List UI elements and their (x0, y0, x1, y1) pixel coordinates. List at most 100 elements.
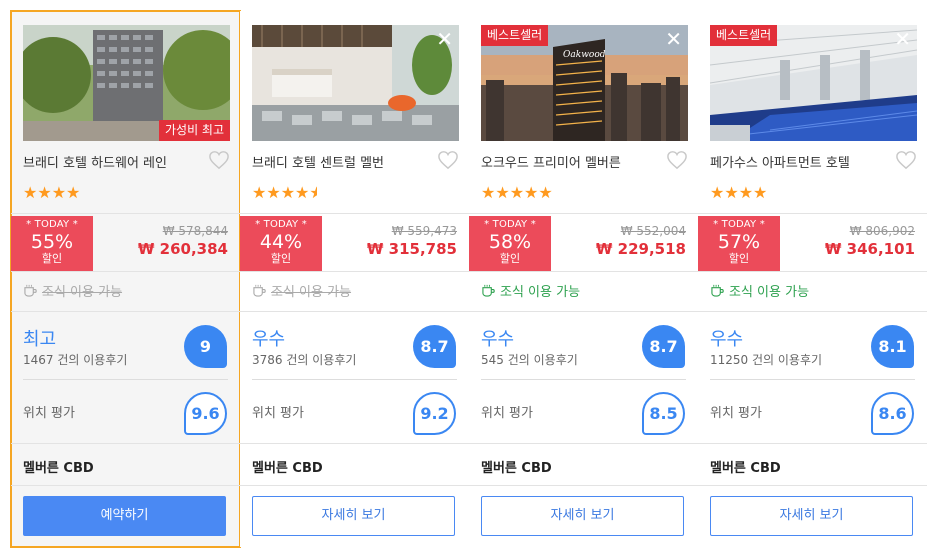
hotel-card[interactable]: ✕ 브래디 호텔 센트럴 멜번 ★★★★★ * TODAY * 44% 할인 ₩… (240, 11, 470, 547)
hotel-photo[interactable]: ✕ (252, 25, 459, 141)
today-label: * TODAY * (484, 219, 536, 230)
location-score: 9.2 (413, 392, 456, 435)
location-rating-label: 위치 평가 (23, 406, 75, 421)
breakfast-info: 조식 이용 가능 (252, 281, 351, 300)
star-rating: ★★★★★ (481, 183, 553, 202)
hotel-comparison: 가성비 최고 브래디 호텔 하드웨어 레인 ★★★★ * TODAY * 55%… (0, 0, 933, 558)
divider (698, 271, 927, 272)
area-name: 멜버른 CBD (710, 461, 781, 476)
hotel-photo[interactable]: 가성비 최고 (23, 25, 230, 141)
review-count[interactable]: 3786 건의 이용후기 (252, 351, 356, 368)
svg-text:Oakwood: Oakwood (563, 50, 606, 60)
heart-icon[interactable] (437, 150, 459, 170)
divider (698, 485, 927, 486)
rating-word: 우수 (481, 329, 515, 350)
divider (710, 379, 915, 380)
discount-suffix: 할인 (41, 252, 63, 265)
heart-icon[interactable] (895, 150, 917, 170)
hotel-card[interactable]: Oakwood 베스트셀러 ✕ 오크우드 프리미어 멜버른 ★★★★★ * TO… (469, 11, 699, 547)
divider (11, 271, 240, 272)
today-label: * TODAY * (255, 219, 307, 230)
breakfast-label: 조식 이용 가능 (271, 285, 352, 300)
hotel-photo[interactable]: 베스트셀러 ✕ (710, 25, 917, 141)
hotel-name[interactable]: 오크우드 프리미어 멜버른 (481, 152, 621, 171)
breakfast-info: 조식 이용 가능 (23, 281, 122, 300)
original-price: ₩ 552,004 (620, 224, 686, 238)
discount-suffix: 할인 (270, 252, 292, 265)
rating-word: 최고 (23, 329, 57, 350)
original-price: ₩ 806,902 (849, 224, 915, 238)
breakfast-info: 조식 이용 가능 (710, 281, 809, 300)
discount-badge: * TODAY * 58% 할인 (469, 216, 551, 272)
discount-suffix: 할인 (728, 252, 750, 265)
view-details-button[interactable]: 자세히 보기 (252, 496, 455, 536)
divider (698, 311, 927, 312)
review-count[interactable]: 545 건의 이용후기 (481, 351, 578, 368)
close-icon[interactable]: ✕ (894, 29, 911, 49)
divider (11, 485, 240, 486)
value-badge: 가성비 최고 (158, 120, 230, 141)
today-label: * TODAY * (713, 219, 765, 230)
sale-price: ₩ 346,101 (824, 240, 915, 258)
area-name: 멜버른 CBD (23, 461, 94, 476)
divider (469, 443, 698, 444)
divider (11, 213, 240, 214)
hotel-card[interactable]: 가성비 최고 브래디 호텔 하드웨어 레인 ★★★★ * TODAY * 55%… (10, 10, 241, 548)
breakfast-label: 조식 이용 가능 (42, 285, 123, 300)
breakfast-info: 조식 이용 가능 (481, 281, 580, 300)
sale-price: ₩ 229,518 (595, 240, 686, 258)
original-price: ₩ 578,844 (162, 224, 228, 238)
book-button[interactable]: 예약하기 (23, 496, 226, 536)
location-rating-label: 위치 평가 (481, 406, 533, 421)
close-icon[interactable]: ✕ (665, 29, 682, 49)
hotel-photo[interactable]: Oakwood 베스트셀러 ✕ (481, 25, 688, 141)
divider (469, 311, 698, 312)
view-details-button[interactable]: 자세히 보기 (710, 496, 913, 536)
divider (698, 443, 927, 444)
review-score: 9 (184, 325, 227, 368)
view-details-button[interactable]: 자세히 보기 (481, 496, 684, 536)
close-icon[interactable]: ✕ (436, 29, 453, 49)
divider (698, 213, 927, 214)
divider (240, 213, 469, 214)
divider (240, 443, 469, 444)
location-rating-label: 위치 평가 (710, 406, 762, 421)
coffee-cup-icon (711, 284, 724, 297)
review-count[interactable]: 11250 건의 이용후기 (710, 351, 822, 368)
divider (469, 485, 698, 486)
divider (240, 271, 469, 272)
divider (240, 485, 469, 486)
hotel-name[interactable]: 페가수스 아파트먼트 호텔 (710, 152, 850, 171)
divider (11, 443, 240, 444)
divider (481, 379, 686, 380)
discount-percent: 44% (259, 231, 303, 253)
discount-badge: * TODAY * 44% 할인 (240, 216, 322, 272)
discount-suffix: 할인 (499, 252, 521, 265)
divider (469, 271, 698, 272)
review-score: 8.7 (642, 325, 685, 368)
hotel-card[interactable]: 베스트셀러 ✕ 페가수스 아파트먼트 호텔 ★★★★ * TODAY * 57%… (698, 11, 927, 547)
coffee-cup-icon (482, 284, 495, 297)
bestseller-badge: 베스트셀러 (481, 25, 549, 46)
review-count[interactable]: 1467 건의 이용후기 (23, 351, 127, 368)
breakfast-label: 조식 이용 가능 (729, 285, 810, 300)
star-rating: ★★★★ (710, 183, 768, 202)
area-name: 멜버른 CBD (481, 461, 552, 476)
bestseller-badge: 베스트셀러 (710, 25, 778, 46)
heart-icon[interactable] (208, 150, 230, 170)
discount-badge: * TODAY * 57% 할인 (698, 216, 780, 272)
star-rating: ★★★★ (23, 183, 81, 202)
location-score: 8.6 (871, 392, 914, 435)
discount-percent: 55% (30, 231, 74, 253)
coffee-cup-icon (253, 284, 266, 297)
location-rating-label: 위치 평가 (252, 406, 304, 421)
hotel-name[interactable]: 브래디 호텔 하드웨어 레인 (23, 152, 167, 171)
coffee-cup-icon (24, 284, 37, 297)
divider (240, 311, 469, 312)
discount-percent: 57% (717, 231, 761, 253)
divider (469, 213, 698, 214)
full-stars: ★★★★ (252, 183, 310, 202)
heart-icon[interactable] (666, 150, 688, 170)
hotel-name[interactable]: 브래디 호텔 센트럴 멜번 (252, 152, 384, 171)
location-score: 8.5 (642, 392, 685, 435)
